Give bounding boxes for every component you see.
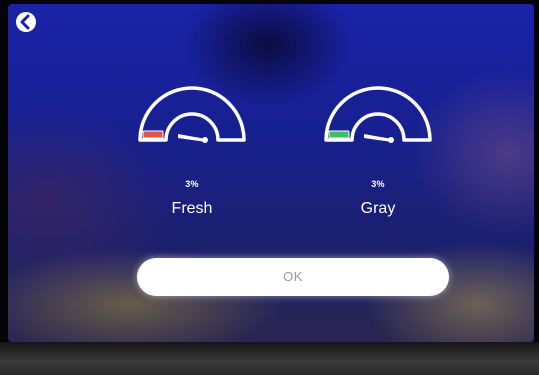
device-bezel bbox=[0, 342, 539, 375]
gray-level-indicator bbox=[328, 130, 350, 139]
display-screen: 3% Fresh 3% Gray OK bbox=[8, 4, 534, 342]
device-frame: 3% Fresh 3% Gray OK bbox=[0, 0, 539, 375]
fresh-tank-gauge bbox=[138, 86, 246, 143]
fresh-percent: 3% bbox=[185, 179, 199, 189]
gray-tank-gauge bbox=[324, 86, 432, 143]
gauge-needle bbox=[178, 134, 206, 142]
ok-button[interactable]: OK bbox=[137, 258, 449, 296]
gray-percent: 3% bbox=[371, 179, 385, 189]
back-button[interactable] bbox=[14, 10, 38, 34]
fresh-level-indicator bbox=[142, 130, 164, 139]
back-chevron-icon bbox=[16, 12, 36, 32]
fresh-tank-label: Fresh bbox=[171, 200, 213, 217]
gray-tank-label: Gray bbox=[360, 200, 396, 217]
gauge-needle-hub bbox=[202, 137, 208, 143]
gauge-needle-hub bbox=[388, 137, 394, 143]
gauge-needle bbox=[364, 134, 392, 142]
